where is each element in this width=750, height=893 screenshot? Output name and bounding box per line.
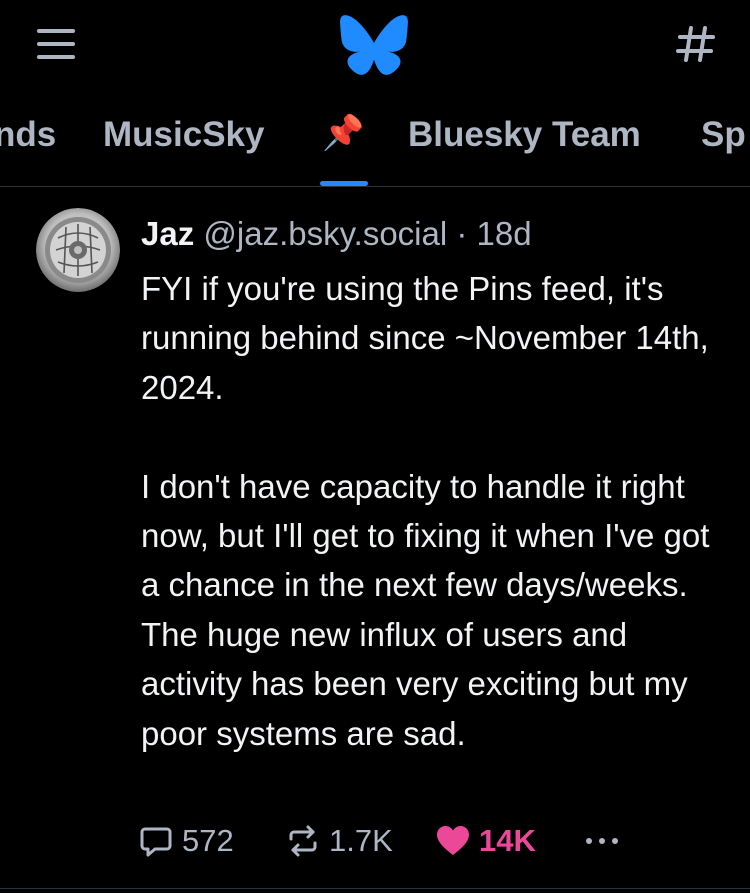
repost-count: 1.7K — [329, 823, 393, 858]
author-handle[interactable]: @jaz.bsky.social — [203, 215, 447, 252]
feeds-button[interactable] — [672, 22, 720, 66]
bluesky-butterfly-icon[interactable] — [336, 14, 412, 76]
heart-icon — [437, 826, 469, 855]
author-name[interactable]: Jaz — [141, 215, 194, 252]
tab-bluesky-team[interactable]: Bluesky Team — [408, 114, 641, 156]
avatar[interactable] — [36, 208, 120, 292]
post[interactable]: Jaz @jaz.bsky.social · 18d FYI if you're… — [0, 187, 750, 893]
like-button[interactable]: 14K — [435, 817, 536, 865]
meta-separator: · — [456, 215, 468, 252]
tab-musicsky[interactable]: MusicSky — [103, 114, 264, 156]
post-divider — [0, 888, 750, 889]
hamburger-menu-icon — [34, 25, 78, 61]
reply-bubble-icon — [140, 827, 172, 857]
repost-icon — [289, 825, 317, 857]
menu-button[interactable] — [34, 25, 78, 61]
post-actions: 572 1.7K 14K — [0, 817, 750, 865]
tab-pins[interactable]: 📌 — [322, 112, 364, 154]
top-bar — [0, 0, 750, 92]
more-options-button[interactable] — [583, 817, 621, 865]
ellipsis-icon — [586, 838, 618, 844]
post-header: Jaz @jaz.bsky.social · 18d — [141, 213, 532, 255]
reply-count: 572 — [182, 823, 234, 858]
tab-next-partial[interactable]: Sp — [701, 114, 746, 156]
post-paragraph: FYI if you're using the Pins feed, it's … — [141, 270, 709, 406]
post-text: FYI if you're using the Pins feed, it's … — [141, 264, 736, 758]
pushpin-icon: 📌 — [322, 114, 365, 152]
hashtag-icon — [676, 26, 715, 62]
repost-button[interactable]: 1.7K — [285, 817, 393, 865]
tab-friends[interactable]: nds — [0, 114, 56, 156]
reply-button[interactable]: 572 — [138, 817, 234, 865]
post-age[interactable]: 18d — [477, 215, 532, 252]
active-tab-indicator — [320, 181, 368, 186]
post-paragraph: I don't have capacity to handle it right… — [141, 467, 710, 752]
feed-tabs: nds MusicSky 📌 Bluesky Team Sp — [0, 98, 750, 187]
like-count: 14K — [479, 823, 536, 858]
